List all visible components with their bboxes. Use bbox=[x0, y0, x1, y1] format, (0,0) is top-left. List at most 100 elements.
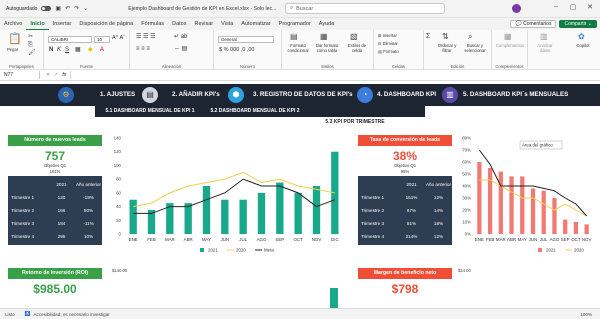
font-color-icon[interactable]: A bbox=[100, 47, 104, 53]
monthly-dashboard-icon[interactable]: ▥ bbox=[442, 87, 458, 103]
number-format-select[interactable]: General bbox=[218, 36, 274, 43]
italic-icon[interactable]: K bbox=[57, 47, 61, 53]
nav-dashboard-kpi[interactable]: 4. DASHBOARD KPI bbox=[377, 84, 436, 106]
subtab-dashboard-2[interactable]: 5.2 DASHBOARD MENSUAL DE KPI 2 bbox=[205, 106, 305, 117]
number-group: General $ % 000 ,0 ,00 Número bbox=[214, 30, 282, 70]
bar bbox=[202, 186, 211, 234]
cancel-icon[interactable]: ✕ bbox=[46, 72, 50, 78]
format-table-label[interactable]: Dar formato como tabla bbox=[313, 43, 341, 53]
x-tick-label: SEP bbox=[275, 237, 284, 242]
currency-icon[interactable]: $ % 000 ,0 ,00 bbox=[219, 47, 254, 53]
addins-icon[interactable]: ▦ bbox=[504, 32, 512, 42]
conditional-format-icon[interactable]: ▤ bbox=[290, 32, 298, 42]
zoom-level[interactable]: 100% bbox=[580, 312, 592, 317]
paste-label[interactable]: Pegar bbox=[7, 47, 18, 52]
bar bbox=[573, 222, 579, 234]
font-name-select[interactable]: CALIBRI bbox=[48, 36, 92, 43]
bold-icon[interactable]: N bbox=[49, 47, 53, 53]
menu-insertar[interactable]: Insertar bbox=[49, 18, 76, 30]
status-ready: Listo bbox=[5, 311, 15, 317]
analyze-data-icon[interactable]: ▥ bbox=[540, 32, 548, 42]
addins-label[interactable]: Complementos bbox=[493, 43, 527, 48]
window-minimize-button[interactable]: – bbox=[548, 3, 564, 10]
x-tick-label: ENE bbox=[475, 237, 484, 242]
align-left-icon[interactable]: ≡ ≡ ≡ bbox=[136, 46, 150, 52]
format-table-icon[interactable]: ▦ bbox=[320, 32, 328, 42]
cell-styles-icon[interactable]: ▧ bbox=[350, 32, 358, 42]
nav-registro-datos[interactable]: 3. REGISTRO DE DATOS DE KPI's bbox=[253, 84, 353, 106]
menu-automatizar[interactable]: Automatizar bbox=[237, 18, 274, 30]
analyze-data-label[interactable]: Analizar datos bbox=[532, 43, 558, 53]
delete-cells-button[interactable]: ⊟ Eliminar bbox=[378, 41, 398, 46]
settings-gear-icon[interactable]: ⚙ bbox=[58, 87, 74, 103]
x-tick-label: OCT bbox=[294, 237, 304, 242]
table-cell: 14% bbox=[433, 208, 444, 213]
merge-center-icon[interactable]: ⇔ ▤ bbox=[174, 46, 187, 52]
format-cells-button[interactable]: ▤ Formato bbox=[378, 49, 399, 54]
add-kpi-icon[interactable]: ▤ bbox=[142, 87, 158, 103]
grow-font-icon[interactable]: A^ Aˇ bbox=[112, 35, 125, 41]
document-title: Ejemplo Dashboard de Gestión de KPI en E… bbox=[128, 5, 277, 12]
conversion-chart[interactable]: 0% 10% 20% 30% 40% 50% 60% 70% 80% ENE FEB MAR ABR MA… bbox=[456, 132, 596, 256]
borders-icon[interactable]: ▦ bbox=[75, 47, 81, 53]
conditional-format-label[interactable]: Formato condicional bbox=[284, 43, 312, 53]
fx-label[interactable]: fx bbox=[62, 72, 66, 78]
nav-anadir-kpis[interactable]: 2. AÑADIR KPI's bbox=[172, 84, 220, 106]
menu-vista[interactable]: Vista bbox=[217, 18, 237, 30]
alignment-group-label: Alineación bbox=[161, 64, 182, 69]
window-close-button[interactable]: ✕ bbox=[582, 3, 598, 11]
insert-cells-button[interactable]: ⊞ Insertar bbox=[378, 33, 397, 38]
data-register-icon[interactable]: ⬢ bbox=[228, 87, 244, 103]
underline-icon[interactable]: S bbox=[65, 47, 69, 53]
menu-archivo[interactable]: Archivo bbox=[0, 18, 26, 30]
x-tick-label: MAY bbox=[518, 237, 527, 242]
menu-revisar[interactable]: Revisar bbox=[191, 18, 218, 30]
name-box[interactable]: N77 bbox=[0, 71, 40, 79]
format-painter-icon[interactable]: 🖌 bbox=[28, 48, 36, 58]
x-tick-label: NOV bbox=[312, 237, 322, 242]
fill-color-icon[interactable]: ◆ bbox=[88, 47, 93, 53]
undo-icon[interactable]: ↶ bbox=[65, 5, 70, 12]
subtab-kpi-trimestre[interactable]: 5.3 KPI POR TRIMESTRE bbox=[315, 117, 395, 128]
save-icon[interactable]: ▣ bbox=[55, 5, 61, 12]
dashboard-icon[interactable]: ◔ bbox=[357, 87, 373, 103]
enter-icon[interactable]: ✓ bbox=[54, 72, 58, 78]
menu-ayuda[interactable]: Ayuda bbox=[315, 18, 339, 30]
autosave-toggle[interactable] bbox=[41, 6, 52, 11]
accessibility-status[interactable]: Accesibilidad: es necesario investigar bbox=[33, 312, 109, 317]
user-avatar[interactable] bbox=[512, 4, 521, 13]
window-maximize-button[interactable]: ▢ bbox=[565, 3, 581, 11]
find-select-icon[interactable]: ⌕ bbox=[468, 32, 472, 42]
wrap-text-icon[interactable]: ↵ ab bbox=[174, 34, 187, 40]
copilot-label[interactable]: Copilot bbox=[572, 43, 594, 48]
share-button[interactable]: Compartir ⌄ bbox=[559, 20, 597, 28]
search-box[interactable]: ⌕ Buscar bbox=[285, 3, 445, 14]
nav-dashboard-mensuales[interactable]: 5. DASHBOARD KPI´s MENSUALES bbox=[463, 84, 568, 106]
customize-qat-icon[interactable]: ⌄ bbox=[83, 5, 88, 12]
comments-button[interactable]: 💬 Comentarios bbox=[510, 20, 557, 28]
leads-chart[interactable]: 0 20 40 60 80 100 120 140 ENE FEB MAR ABR MAY JUN JUL A… bbox=[110, 132, 348, 256]
x-tick-label: FEB bbox=[486, 237, 495, 242]
font-size-select[interactable]: 10 bbox=[94, 36, 110, 43]
menu-programador[interactable]: Programador bbox=[275, 18, 315, 30]
autosum-icon[interactable]: Σ bbox=[426, 32, 430, 42]
formula-input[interactable] bbox=[70, 71, 600, 79]
subtab-dashboard-1[interactable]: 5.1 DASHBOARD MENSUAL DE KPI 1 bbox=[100, 106, 200, 117]
align-top-icon[interactable]: ☰ ☰ ☰ bbox=[136, 34, 155, 40]
paste-icon[interactable]: 📋 bbox=[8, 34, 22, 45]
sort-filter-icon[interactable]: ⇅ bbox=[442, 32, 449, 42]
nav-ajustes[interactable]: 1. AJUSTES bbox=[100, 84, 135, 106]
y-tick-label: 30% bbox=[462, 196, 471, 201]
copilot-icon[interactable]: ✿ bbox=[578, 32, 585, 42]
complements-group-label: Complementos bbox=[495, 64, 524, 69]
find-select-label[interactable]: Buscar y seleccionar bbox=[460, 43, 490, 53]
redo-icon[interactable]: ↷ bbox=[74, 5, 79, 12]
cell-styles-label[interactable]: Estilos de celda bbox=[343, 43, 371, 53]
menu-formulas[interactable]: Fórmulas bbox=[137, 18, 168, 30]
sort-filter-label[interactable]: Ordenar y filtrar bbox=[435, 43, 459, 53]
menu-datos[interactable]: Datos bbox=[168, 18, 190, 30]
table-cell: Trimestre 1 bbox=[361, 195, 385, 200]
table-header: 2021 Año anterior bbox=[358, 178, 452, 191]
menu-inicio[interactable]: Inicio bbox=[26, 18, 49, 30]
menu-disposicion[interactable]: Disposición de página bbox=[75, 18, 137, 30]
